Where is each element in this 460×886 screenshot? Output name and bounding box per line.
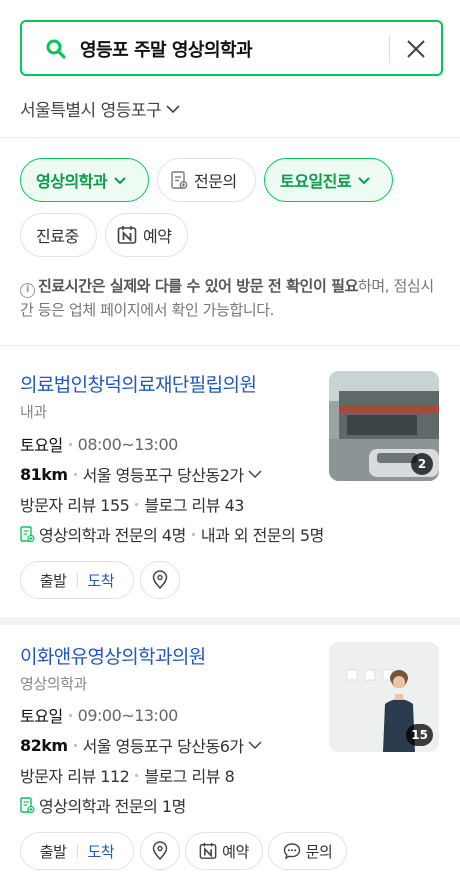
filter-open-now-label: 진료중 <box>36 227 79 246</box>
arrive-label[interactable]: 도착 <box>88 570 115 591</box>
depart-label[interactable]: 출발 <box>40 570 67 591</box>
map-pin-icon <box>152 570 168 590</box>
reserve-label: 예약 <box>222 842 249 861</box>
business-hours: 토요일 09:00~13:00 <box>20 703 178 727</box>
region-selector[interactable]: 서울특별시 영등포구 <box>20 96 181 121</box>
map-pin-button[interactable] <box>140 561 180 599</box>
place-photo[interactable]: 15 <box>329 642 439 752</box>
photo-count-badge: 15 <box>406 724 433 746</box>
hours-notice: i 진료시간은 실제와 다를 수 있어 방문 전 확인이 필요하며, 점심시간 등… <box>20 274 445 322</box>
chevron-down-icon <box>357 176 371 185</box>
reserve-button[interactable]: 예약 <box>185 832 263 870</box>
hours-time: 08:00~13:00 <box>77 434 179 454</box>
notice-bold: 진료시간은 실제와 다를 수 있어 방문 전 확인이 필요 <box>38 277 358 295</box>
hours-time: 09:00~13:00 <box>77 705 179 725</box>
address: 서울 영등포구 당산동2가 <box>82 466 245 485</box>
specialist-1: 영상의학과 전문의 1명 <box>39 797 186 816</box>
route-button[interactable]: 출발 도착 <box>20 832 134 870</box>
search-icon <box>46 39 66 59</box>
specialist-icon <box>20 525 35 543</box>
filter-specialty[interactable]: 영상의학과 <box>20 158 149 202</box>
filter-reservation[interactable]: 예약 <box>105 213 188 257</box>
address: 서울 영등포구 당산동6가 <box>82 737 245 756</box>
chevron-down-icon <box>113 176 127 185</box>
naver-reservation-icon <box>199 842 217 860</box>
section-divider <box>0 617 460 625</box>
inquiry-button[interactable]: 문의 <box>268 832 347 870</box>
chat-bubble-icon <box>283 842 301 860</box>
visitor-review: 방문자 리뷰 112 <box>20 767 130 786</box>
distance: 82km <box>20 735 68 755</box>
business-hours: 토요일 08:00~13:00 <box>20 432 178 456</box>
search-bar[interactable]: 영등포 주말 영상의학과 <box>20 20 443 76</box>
address-row[interactable]: 82km 서울 영등포구 당산동6가 <box>20 733 263 757</box>
filter-saturday[interactable]: 토요일진료 <box>264 158 393 202</box>
place-photo[interactable]: 2 <box>329 371 439 481</box>
chevron-down-icon <box>248 741 262 750</box>
search-divider <box>389 35 390 63</box>
divider <box>0 137 460 138</box>
reviews-row: 방문자 리뷰 112 블로그 리뷰 8 <box>20 763 235 787</box>
depart-label[interactable]: 출발 <box>40 841 67 862</box>
inquiry-label: 문의 <box>305 842 333 861</box>
distance: 81km <box>20 464 68 484</box>
search-input[interactable]: 영등포 주말 영상의학과 <box>80 36 253 62</box>
hours-day: 토요일 <box>20 436 63 455</box>
filter-specialist-label: 전문의 <box>194 172 237 191</box>
reviews-row: 방문자 리뷰 155 블로그 리뷰 43 <box>20 492 244 516</box>
divider <box>0 345 460 346</box>
visitor-review: 방문자 리뷰 155 <box>20 496 130 515</box>
place-category: 내과 <box>20 403 47 421</box>
map-pin-button[interactable] <box>140 832 180 870</box>
place-name-link[interactable]: 의료법인창덕의료재단필립의원 <box>20 370 257 397</box>
filter-specialist[interactable]: 전문의 <box>157 158 256 202</box>
close-icon[interactable] <box>405 38 427 60</box>
filter-reservation-label: 예약 <box>143 227 172 246</box>
photo-count-badge: 2 <box>411 453 433 475</box>
specialist-2: 내과 외 전문의 5명 <box>200 526 324 545</box>
place-name-link[interactable]: 이화앤유영상의학과의원 <box>20 642 206 669</box>
chevron-down-icon <box>248 470 262 479</box>
naver-reservation-icon <box>117 225 137 245</box>
specialist-row: 영상의학과 전문의 4명 내과 외 전문의 5명 <box>20 522 324 546</box>
filter-specialty-label: 영상의학과 <box>36 172 108 191</box>
route-button[interactable]: 출발 도착 <box>20 561 134 599</box>
filter-open-now[interactable]: 진료중 <box>20 213 97 257</box>
specialist-row: 영상의학과 전문의 1명 <box>20 793 186 817</box>
document-icon <box>170 170 188 190</box>
blog-review: 블로그 리뷰 43 <box>144 496 244 515</box>
blog-review: 블로그 리뷰 8 <box>144 767 235 786</box>
hours-day: 토요일 <box>20 707 63 726</box>
map-pin-icon <box>152 841 168 861</box>
info-icon: i <box>20 283 35 298</box>
arrive-label[interactable]: 도착 <box>88 841 115 862</box>
region-label: 서울특별시 영등포구 <box>20 101 162 121</box>
specialist-1: 영상의학과 전문의 4명 <box>39 526 186 545</box>
address-row[interactable]: 81km 서울 영등포구 당산동2가 <box>20 462 263 486</box>
specialist-icon <box>20 796 35 814</box>
filter-saturday-label: 토요일진료 <box>280 172 352 191</box>
place-category: 영상의학과 <box>20 675 88 693</box>
chevron-down-icon <box>166 104 180 113</box>
